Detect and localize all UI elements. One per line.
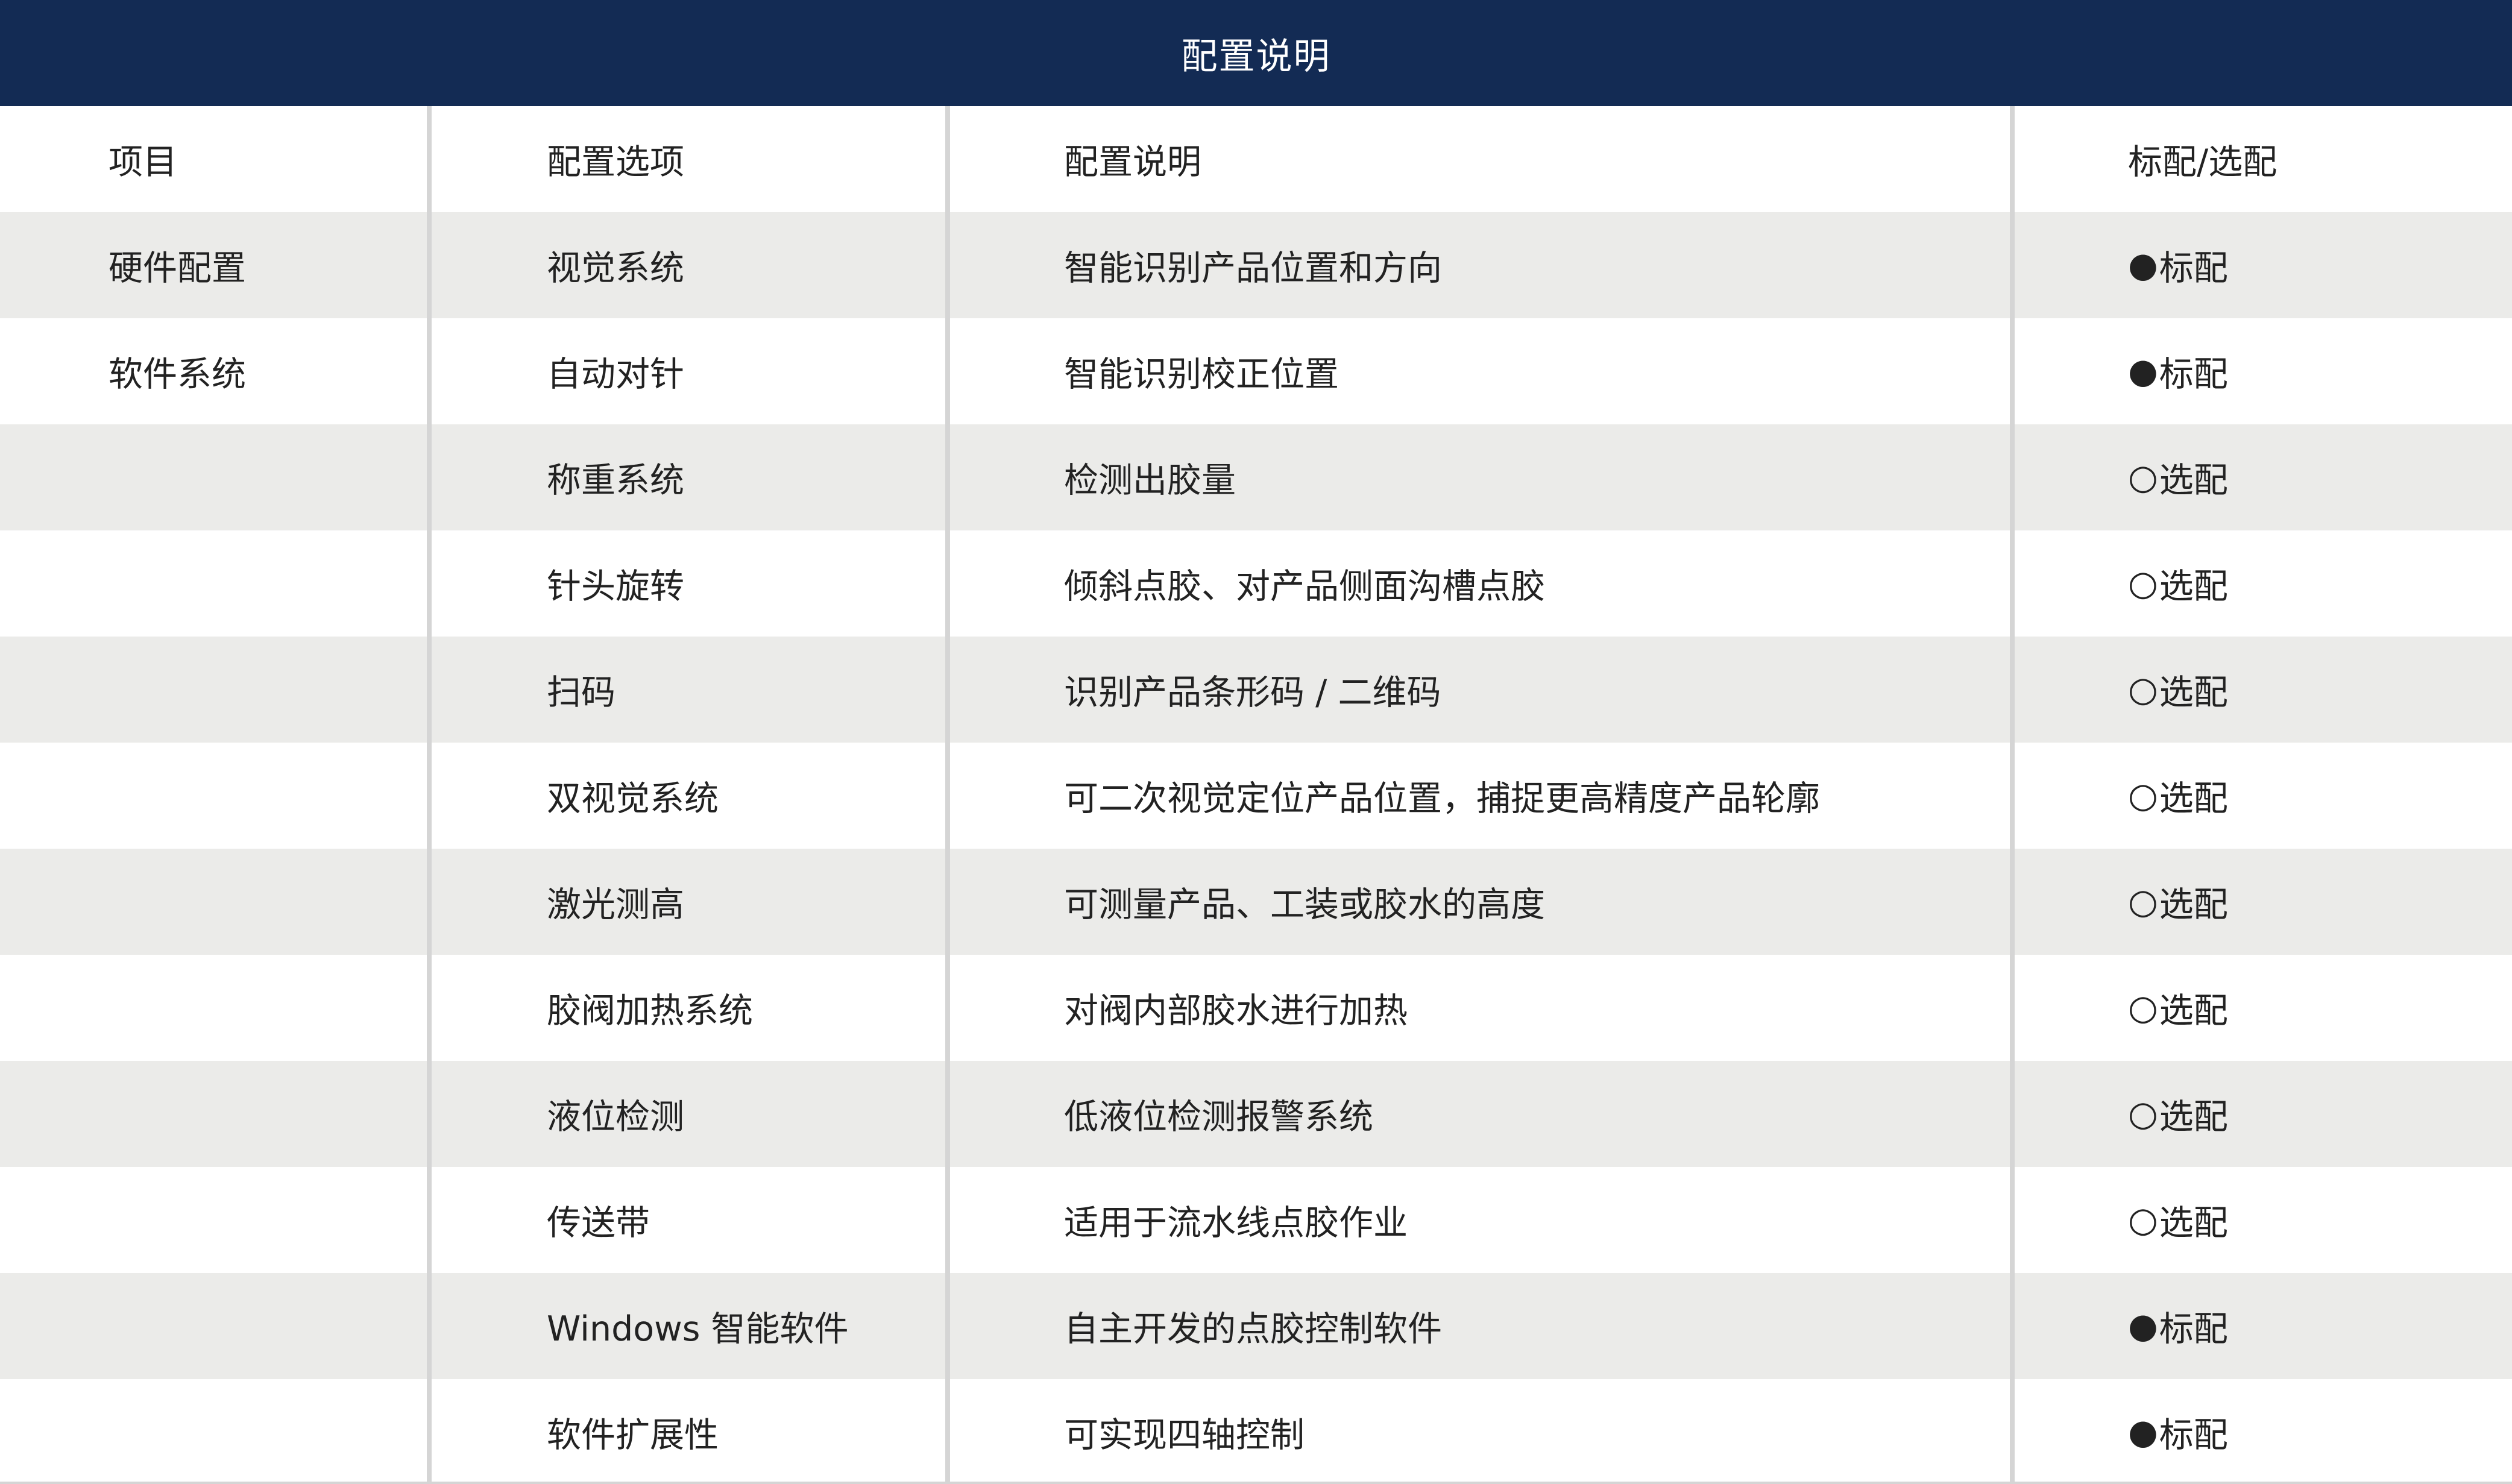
row-description: 识别产品条形码 / 二维码: [1064, 673, 1441, 712]
config-type-label: 标配: [2159, 354, 2228, 394]
row-project: [109, 1379, 422, 1484]
row-config-type: ○ 选配: [2128, 743, 2466, 849]
header-project: 项目: [109, 142, 177, 182]
table-row: 软件扩展性 可实现四轴控制 ● 标配: [0, 1379, 2512, 1484]
row-option: 激光测高: [547, 885, 684, 925]
optional-circle-icon: ○: [2128, 457, 2158, 497]
row-description: 智能识别校正位置: [1064, 354, 1339, 394]
row-project: [109, 530, 422, 637]
table-row: 双视觉系统 可二次视觉定位产品位置，捕捉更高精度产品轮廓 ○ 选配: [0, 743, 2512, 849]
row-config-type: ● 标配: [2128, 1379, 2466, 1484]
row-project: [109, 955, 422, 1061]
row-project: [109, 849, 422, 955]
row-option: 针头旋转: [547, 567, 684, 606]
row-description: 倾斜点胶、对产品侧面沟槽点胶: [1064, 567, 1545, 606]
table-row: Windows 智能软件 自主开发的点胶控制软件 ● 标配: [0, 1273, 2512, 1379]
row-project: [109, 1167, 422, 1273]
optional-circle-icon: ○: [2128, 988, 2158, 1028]
header-description: 配置说明: [1064, 142, 1201, 182]
standard-dot-icon: ●: [2128, 1306, 2158, 1346]
table-row: 称重系统 检测出胶量 ○ 选配: [0, 424, 2512, 530]
row-description: 低液位检测报警系统: [1064, 1097, 1373, 1137]
config-type-label: 选配: [2159, 1203, 2228, 1243]
row-option: 传送带: [547, 1203, 650, 1243]
row-option: 软件扩展性: [547, 1415, 719, 1455]
page-title: 配置说明: [0, 0, 2512, 106]
row-project: [109, 637, 422, 743]
config-type-label: 选配: [2159, 567, 2228, 606]
row-project: [109, 743, 422, 849]
table-row: 扫码 识别产品条形码 / 二维码 ○ 选配: [0, 637, 2512, 743]
row-description: 智能识别产品位置和方向: [1064, 248, 1442, 288]
header-standard-optional: 标配/选配: [2128, 142, 2277, 182]
row-description: 可二次视觉定位产品位置，捕捉更高精度产品轮廓: [1064, 779, 1820, 819]
header-option: 配置选项: [547, 142, 684, 182]
config-type-label: 选配: [2159, 885, 2228, 925]
optional-circle-icon: ○: [2128, 1094, 2158, 1134]
row-option: 称重系统: [547, 461, 684, 500]
table-row: 激光测高 可测量产品、工装或胶水的高度 ○ 选配: [0, 849, 2512, 955]
optional-circle-icon: ○: [2128, 670, 2158, 709]
row-config-type: ○ 选配: [2128, 530, 2466, 637]
row-project: [109, 1273, 422, 1379]
row-description: 可测量产品、工装或胶水的高度: [1064, 885, 1545, 925]
row-config-type: ○ 选配: [2128, 637, 2466, 743]
config-type-label: 标配: [2159, 248, 2228, 288]
row-option: 胶阀加热系统: [547, 991, 753, 1031]
row-config-type: ○ 选配: [2128, 1167, 2466, 1273]
config-type-label: 选配: [2159, 673, 2228, 712]
row-config-type: ● 标配: [2128, 212, 2466, 318]
row-description: 自主开发的点胶控制软件: [1064, 1309, 1442, 1349]
row-description: 对阀内部胶水进行加热: [1064, 991, 1408, 1031]
column-divider: [2010, 106, 2015, 1484]
table-bottom-border: [0, 1482, 2512, 1484]
row-config-type: ○ 选配: [2128, 1061, 2466, 1167]
column-divider: [427, 106, 432, 1484]
row-option: 双视觉系统: [547, 779, 719, 819]
row-config-type: ○ 选配: [2128, 955, 2466, 1061]
config-type-label: 选配: [2159, 1097, 2228, 1137]
config-type-label: 标配: [2159, 1309, 2228, 1349]
row-config-type: ○ 选配: [2128, 424, 2466, 530]
table-row: 液位检测 低液位检测报警系统 ○ 选配: [0, 1061, 2512, 1167]
row-description: 检测出胶量: [1064, 461, 1236, 500]
row-description: 可实现四轴控制: [1064, 1415, 1305, 1455]
row-option: 扫码: [547, 673, 615, 712]
row-project: [109, 424, 422, 530]
table-header-row: 项目 配置选项 配置说明 标配/选配: [0, 106, 2512, 212]
config-table-page: 配置说明 项目 配置选项 配置说明 标配/选配 硬件配置 视觉系统 智能识别产品…: [0, 0, 2512, 1484]
config-table: 项目 配置选项 配置说明 标配/选配 硬件配置 视觉系统 智能识别产品位置和方向…: [0, 106, 2512, 1484]
standard-dot-icon: ●: [2128, 245, 2158, 285]
standard-dot-icon: ●: [2128, 351, 2158, 391]
row-project: 硬件配置: [109, 248, 246, 288]
column-divider: [945, 106, 950, 1484]
row-option: 液位检测: [547, 1097, 684, 1137]
config-type-label: 选配: [2159, 779, 2228, 819]
table-row: 胶阀加热系统 对阀内部胶水进行加热 ○ 选配: [0, 955, 2512, 1061]
row-config-type: ● 标配: [2128, 318, 2466, 424]
row-config-type: ○ 选配: [2128, 849, 2466, 955]
config-type-label: 选配: [2159, 461, 2228, 500]
standard-dot-icon: ●: [2128, 1412, 2158, 1452]
table-row: 传送带 适用于流水线点胶作业 ○ 选配: [0, 1167, 2512, 1273]
config-type-label: 选配: [2159, 991, 2228, 1031]
optional-circle-icon: ○: [2128, 564, 2158, 603]
row-option: 视觉系统: [547, 248, 684, 288]
table-row: 软件系统 自动对针 智能识别校正位置 ● 标配: [0, 318, 2512, 424]
optional-circle-icon: ○: [2128, 882, 2158, 922]
config-type-label: 标配: [2159, 1415, 2228, 1455]
row-option: 自动对针: [547, 354, 684, 394]
row-project: 软件系统: [109, 354, 246, 394]
optional-circle-icon: ○: [2128, 776, 2158, 816]
row-description: 适用于流水线点胶作业: [1064, 1203, 1408, 1243]
row-option: Windows 智能软件: [547, 1309, 849, 1349]
row-config-type: ● 标配: [2128, 1273, 2466, 1379]
optional-circle-icon: ○: [2128, 1200, 2158, 1240]
table-row: 硬件配置 视觉系统 智能识别产品位置和方向 ● 标配: [0, 212, 2512, 318]
row-project: [109, 1061, 422, 1167]
table-row: 针头旋转 倾斜点胶、对产品侧面沟槽点胶 ○ 选配: [0, 530, 2512, 637]
